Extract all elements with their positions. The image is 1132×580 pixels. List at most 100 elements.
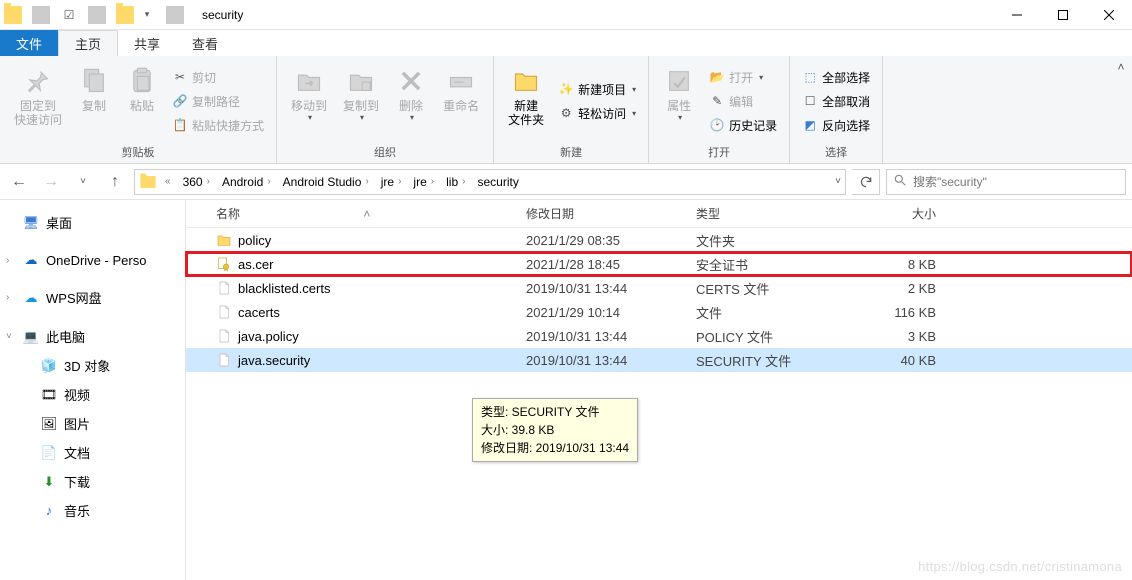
new-item-button[interactable]: ✨新建项目▾	[554, 78, 640, 100]
chevron-right-icon[interactable]: «	[163, 176, 173, 187]
new-folder-button[interactable]: 新建 文件夹	[502, 63, 550, 139]
file-size: 3 KB	[846, 329, 936, 344]
pin-to-quick-access-button[interactable]: 固定到 快速访问	[8, 63, 68, 139]
group-open-label: 打开	[708, 142, 730, 163]
tooltip: 类型: SECURITY 文件 大小: 39.8 KB 修改日期: 2019/1…	[472, 398, 638, 462]
document-icon: 📄	[40, 445, 58, 461]
breadcrumb-item[interactable]: 360›	[179, 175, 216, 189]
search-placeholder: 搜索"security"	[913, 173, 987, 190]
sidebar-item-videos[interactable]: 🎞视频	[0, 380, 185, 409]
invert-selection-button[interactable]: ◩反向选择	[798, 114, 874, 136]
move-to-icon	[293, 65, 325, 97]
delete-button[interactable]: 删除▾	[389, 63, 433, 139]
forward-button[interactable]: →	[38, 169, 64, 195]
column-size[interactable]: 大小	[846, 205, 936, 222]
menu-tabs: 文件 主页 共享 查看	[0, 30, 1132, 56]
select-none-icon: ☐	[802, 93, 818, 109]
rename-icon	[445, 65, 477, 97]
desktop-icon: 🖥	[22, 215, 40, 231]
file-name: as.cer	[238, 257, 273, 272]
cut-button[interactable]: ✂剪切	[168, 66, 268, 88]
file-date: 2019/10/31 13:44	[526, 329, 696, 344]
file-date: 2021/1/29 08:35	[526, 233, 696, 248]
easy-access-button[interactable]: ⚙轻松访问▾	[554, 102, 640, 124]
history-button[interactable]: 🕑历史记录	[705, 114, 781, 136]
tab-file[interactable]: 文件	[0, 30, 58, 56]
table-row[interactable]: policy2021/1/29 08:35文件夹	[186, 228, 1132, 252]
file-icon	[216, 328, 232, 344]
table-row[interactable]: cacerts2021/1/29 10:14文件116 KB	[186, 300, 1132, 324]
address-bar: ← → ˅ ↑ « 360› Android› Android Studio› …	[0, 164, 1132, 200]
up-button[interactable]: ↑	[102, 169, 128, 195]
column-type[interactable]: 类型	[696, 205, 846, 222]
collapse-ribbon-icon[interactable]: ˄	[1117, 60, 1124, 74]
qat-folder-icon[interactable]	[116, 6, 134, 24]
refresh-button[interactable]	[852, 169, 880, 195]
paste-button[interactable]: 粘贴	[120, 63, 164, 139]
tooltip-line: 类型: SECURITY 文件	[481, 403, 629, 421]
copy-path-icon: 🔗	[172, 93, 188, 109]
search-icon	[893, 173, 907, 190]
file-type: POLICY 文件	[696, 327, 846, 346]
file-icon	[216, 352, 232, 368]
copy-to-icon	[345, 65, 377, 97]
wps-cloud-icon: ☁	[22, 290, 40, 306]
table-row[interactable]: as.cer2021/1/28 18:45安全证书8 KB	[186, 252, 1132, 276]
recent-locations-button[interactable]: ˅	[70, 169, 96, 195]
chevron-right-icon[interactable]: ›	[6, 255, 9, 266]
sidebar: 🖥 桌面 › ☁ OneDrive - Perso › ☁ WPS网盘 ˅ 💻 …	[0, 200, 186, 580]
sidebar-item-downloads[interactable]: ⬇下载	[0, 467, 185, 496]
breadcrumb-dropdown-icon[interactable]: ˅	[835, 176, 841, 187]
film-icon: 🎞	[40, 387, 58, 403]
breadcrumb-item[interactable]: Android Studio›	[279, 175, 375, 189]
sidebar-item-onedrive[interactable]: › ☁ OneDrive - Perso	[0, 247, 185, 273]
move-to-button[interactable]: 移动到▾	[285, 63, 333, 139]
minimize-button[interactable]	[994, 0, 1040, 30]
copy-button[interactable]: 复制	[72, 63, 116, 139]
cut-icon: ✂	[172, 69, 188, 85]
breadcrumb-item[interactable]: lib›	[442, 175, 471, 189]
back-button[interactable]: ←	[6, 169, 32, 195]
qat-checkbox-icon[interactable]: ☑	[60, 6, 78, 24]
sidebar-item-music[interactable]: ♪音乐	[0, 496, 185, 525]
file-type: CERTS 文件	[696, 279, 846, 298]
chevron-right-icon[interactable]: ›	[6, 292, 9, 303]
breadcrumb-item[interactable]: jre›	[377, 175, 408, 189]
search-input[interactable]: 搜索"security"	[886, 169, 1126, 195]
sidebar-item-desktop[interactable]: 🖥 桌面	[0, 208, 185, 237]
table-row[interactable]: java.security2019/10/31 13:44SECURITY 文件…	[186, 348, 1132, 372]
rename-button[interactable]: 重命名	[437, 63, 485, 139]
close-button[interactable]	[1086, 0, 1132, 30]
breadcrumb[interactable]: « 360› Android› Android Studio› jre› jre…	[134, 169, 846, 195]
breadcrumb-item[interactable]: Android›	[218, 175, 277, 189]
copy-path-button[interactable]: 🔗复制路径	[168, 90, 268, 112]
tab-home[interactable]: 主页	[58, 30, 118, 56]
file-date: 2021/1/28 18:45	[526, 257, 696, 272]
copy-to-button[interactable]: 复制到▾	[337, 63, 385, 139]
paste-shortcut-button[interactable]: 📋粘贴快捷方式	[168, 114, 268, 136]
column-date[interactable]: 修改日期	[526, 205, 696, 222]
breadcrumb-item[interactable]: security	[473, 175, 522, 189]
sidebar-item-thispc[interactable]: ˅ 💻 此电脑	[0, 322, 185, 351]
edit-button[interactable]: ✎编辑	[705, 90, 781, 112]
qat-dropdown-icon[interactable]: ▾	[138, 6, 156, 24]
file-name: java.policy	[238, 329, 299, 344]
select-none-button[interactable]: ☐全部取消	[798, 90, 874, 112]
sidebar-item-pictures[interactable]: 🖼图片	[0, 409, 185, 438]
sidebar-item-wps[interactable]: › ☁ WPS网盘	[0, 283, 185, 312]
new-item-icon: ✨	[558, 81, 574, 97]
tab-view[interactable]: 查看	[176, 30, 234, 56]
open-button[interactable]: 📂打开▾	[705, 66, 781, 88]
tab-share[interactable]: 共享	[118, 30, 176, 56]
sidebar-item-3d-objects[interactable]: 🧊3D 对象	[0, 351, 185, 380]
table-row[interactable]: java.policy 2019/10/31 13:44POLICY 文件3 KB	[186, 324, 1132, 348]
breadcrumb-item[interactable]: jre›	[409, 175, 440, 189]
chevron-down-icon[interactable]: ˅	[6, 331, 12, 342]
sidebar-item-documents[interactable]: 📄文档	[0, 438, 185, 467]
table-row[interactable]: blacklisted.certs2019/10/31 13:44CERTS 文…	[186, 276, 1132, 300]
column-name[interactable]: 名称 ˄	[216, 205, 526, 222]
select-all-button[interactable]: ⬚全部选择	[798, 66, 874, 88]
properties-button[interactable]: 属性▾	[657, 63, 701, 139]
maximize-button[interactable]	[1040, 0, 1086, 30]
file-type: 文件夹	[696, 231, 846, 250]
